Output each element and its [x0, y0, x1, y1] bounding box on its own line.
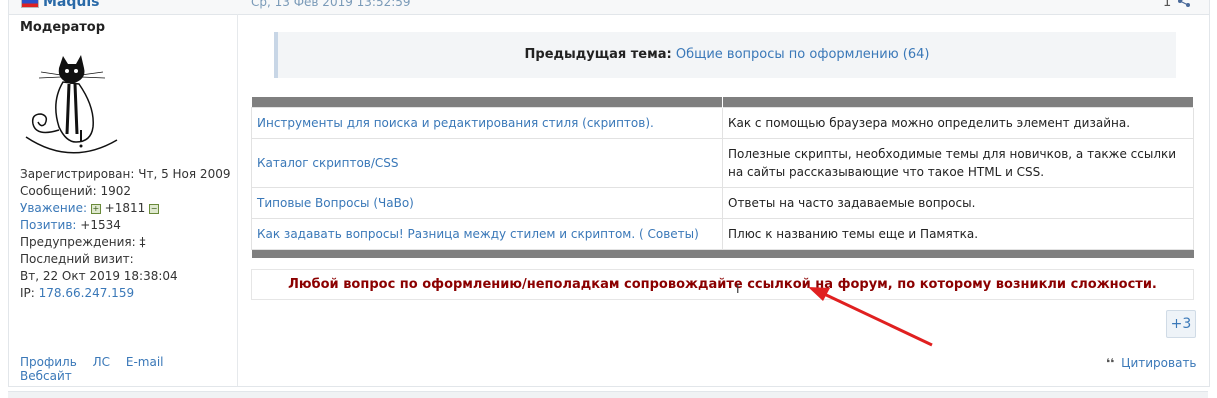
faq-description: Полезные скрипты, необходимые темы для н…: [722, 138, 1194, 188]
faq-link[interactable]: Как задавать вопросы! Разница между стил…: [251, 218, 723, 250]
table-header: [251, 97, 1194, 108]
table-footer: [251, 249, 1194, 258]
faq-link[interactable]: Каталог скриптов/CSS: [251, 138, 723, 188]
author-name[interactable]: Maquis: [43, 0, 100, 10]
respect-value: +1811: [104, 201, 146, 215]
cat-avatar[interactable]: [21, 42, 121, 160]
user-sidebar: Модератор Зарегистрирован: Чт, 5 Ноя 200…: [9, 14, 238, 386]
plus-icon[interactable]: +: [90, 203, 101, 214]
flag-icon: [21, 0, 39, 8]
faq-link[interactable]: Типовые Вопросы (ЧаВо): [251, 187, 723, 219]
share-icon[interactable]: [1177, 0, 1191, 7]
minus-icon[interactable]: −: [149, 203, 160, 214]
table-row: Инструменты для поиска и редактирования …: [251, 107, 1194, 139]
table-row: Типовые Вопросы (ЧаВо) Ответы на часто з…: [251, 187, 1194, 219]
quote-icon: ❛❛: [1106, 356, 1115, 370]
ip-address[interactable]: 178.66.247.159: [39, 286, 134, 300]
faq-description: Ответы на часто задаваемые вопросы.: [722, 187, 1194, 219]
respect-label[interactable]: Уважение:: [20, 201, 87, 215]
post-date[interactable]: Ср, 13 Фев 2019 13:52:59: [251, 0, 411, 9]
faq-link[interactable]: Инструменты для поиска и редактирования …: [251, 107, 723, 139]
quote-label: Цитировать: [1121, 356, 1197, 370]
profile-link[interactable]: Профиль: [20, 355, 77, 369]
respect-row: Уважение: + +1811 −: [20, 200, 230, 217]
post-number[interactable]: 1: [1163, 0, 1171, 10]
last-visit-label: Последний визит:: [20, 252, 134, 266]
ip-label: IP:: [20, 286, 35, 300]
faq-table: Инструменты для поиска и редактирования …: [251, 97, 1194, 258]
rating-badge[interactable]: +3: [1166, 310, 1196, 338]
user-rank: Модератор: [20, 20, 106, 35]
previous-topic-link[interactable]: Общие вопросы по оформлению (64): [676, 47, 930, 62]
previous-topic-box: Предыдущая тема: Общие вопросы по оформл…: [274, 32, 1176, 78]
website-link[interactable]: Вебсайт: [20, 369, 72, 383]
notice-text: Любой вопрос по оформлению/неполадкам со…: [251, 269, 1194, 300]
pm-link[interactable]: ЛС: [93, 355, 110, 369]
message-count: Сообщений: 1902: [20, 184, 131, 198]
ip-row: IP: 178.66.247.159: [20, 285, 230, 302]
registered-date: Зарегистрирован: Чт, 5 Ноя 2009: [20, 167, 231, 181]
table-row: Каталог скриптов/CSS Полезные скрипты, н…: [251, 138, 1194, 188]
table-row: Как задавать вопросы! Разница между стил…: [251, 218, 1194, 250]
previous-topic-label: Предыдущая тема:: [524, 47, 672, 62]
faq-description: Как с помощью браузера можно определить …: [722, 107, 1194, 139]
email-link[interactable]: E-mail: [126, 355, 164, 369]
user-info: Зарегистрирован: Чт, 5 Ноя 2009 Сообщени…: [20, 166, 230, 302]
quote-button[interactable]: ❛❛ Цитировать: [1106, 356, 1197, 370]
user-links: Профиль ЛС E-mail Вебсайт: [20, 355, 237, 383]
last-visit-date: Вт, 22 Окт 2019 18:38:04: [20, 269, 178, 283]
post-header: Maquis Ср, 13 Фев 2019 13:52:59 1: [9, 0, 1209, 15]
positive-row: Позитив: +1534: [20, 217, 230, 234]
warnings: Предупреждения: ‡: [20, 235, 146, 249]
positive-label[interactable]: Позитив:: [20, 218, 76, 232]
faq-description: Плюс к названию темы еще и Памятка.: [722, 218, 1194, 250]
positive-value: +1534: [80, 218, 121, 232]
